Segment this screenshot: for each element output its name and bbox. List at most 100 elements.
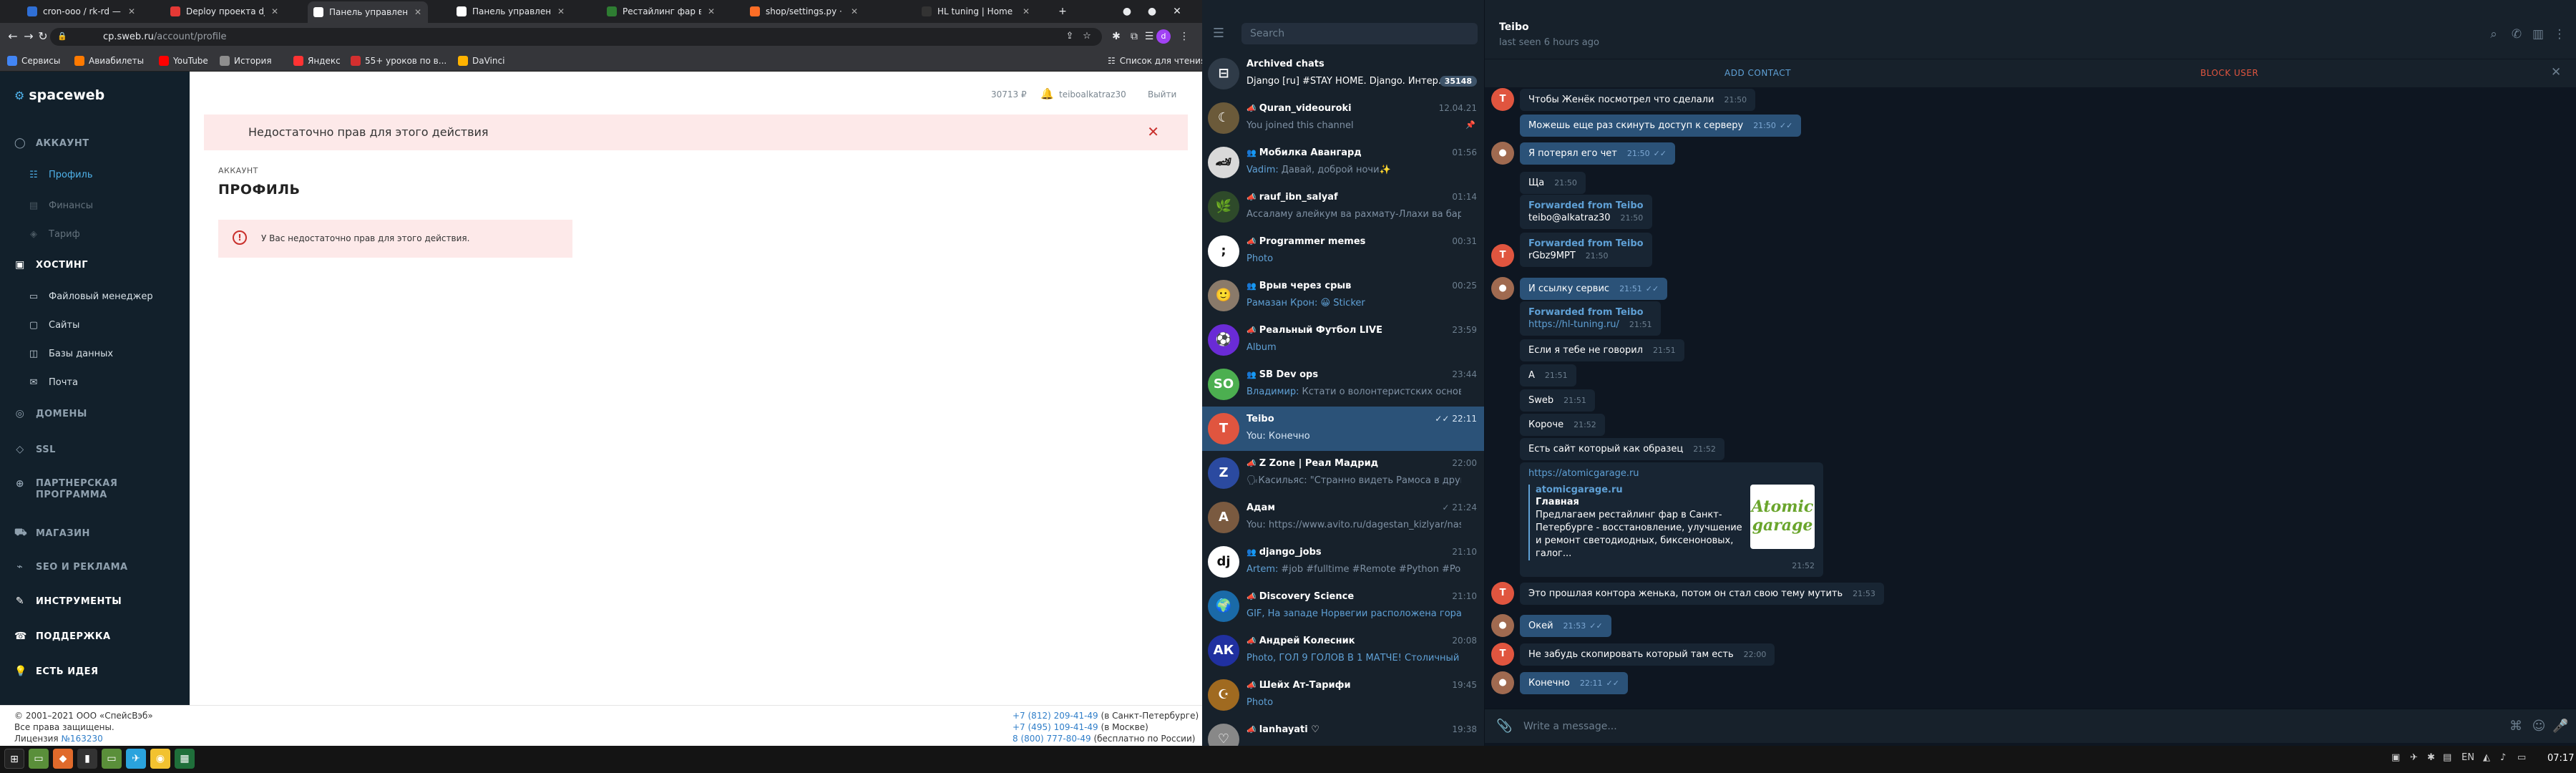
reading-list-button[interactable]: ☷ Список для чтения <box>1108 50 1202 72</box>
more-options-icon[interactable]: ⋮ <box>2552 27 2567 42</box>
nav-domains[interactable]: ◎ ДОМЕНЫ <box>14 408 87 419</box>
chat-list-item[interactable]: ; 📣 Programmer memes 00:31 Photo <box>1202 229 1484 273</box>
nav-idea[interactable]: 💡 ЕСТЬ ИДЕЯ <box>14 666 99 677</box>
keyboard-layout-indicator[interactable]: EN <box>2462 752 2474 763</box>
tray-flag-icon[interactable]: ▤ <box>2443 752 2451 763</box>
tab-close-icon[interactable]: ✕ <box>850 6 859 16</box>
attach-icon[interactable]: 📎 <box>1496 719 1512 734</box>
nav-shop[interactable]: ⛟ МАГАЗИН <box>14 527 90 540</box>
add-contact-button[interactable]: ADD CONTACT <box>1724 68 1791 78</box>
browser-tab[interactable]: Панель управления VH ✕ <box>308 1 428 23</box>
nav-ssl[interactable]: ◇ SSL <box>14 444 56 455</box>
menu-icon[interactable]: ⋮ <box>1177 29 1191 44</box>
pycharm-icon[interactable]: ▦ <box>175 749 195 769</box>
browser-tab[interactable]: Панель управления VH ✕ <box>451 0 571 23</box>
tab-close-icon[interactable]: ✕ <box>707 6 716 16</box>
volume-icon[interactable]: ♪ <box>2500 752 2506 763</box>
message-avatar[interactable]: ● <box>1491 142 1514 165</box>
balance[interactable]: 30713 ₽ <box>991 89 1027 99</box>
chat-list-item[interactable]: A Адам ✓ 21:24 You: https://www.avito.ru/dag… <box>1202 495 1484 540</box>
close-icon[interactable]: ✕ <box>2551 65 2561 79</box>
chat-list-item[interactable]: ☾ 📣 Quran_videouroki 12.04.21 You joined thi… <box>1202 96 1484 140</box>
nav-sites[interactable]: ▢ Сайты <box>29 320 80 331</box>
nav-partner[interactable]: ⊕ ПАРТНЕРСКАЯ ПРОГРАММА <box>14 478 129 501</box>
search-input[interactable]: Search <box>1241 23 1478 44</box>
tab-close-icon[interactable]: ✕ <box>1022 6 1030 16</box>
phone-spb-link[interactable]: +7 (812) 209-41-49 <box>1013 711 1098 721</box>
tab-close-icon[interactable]: ✕ <box>557 6 565 16</box>
bookmark-item[interactable]: Авиабилеты <box>74 50 144 72</box>
chat-list-item[interactable]: АК 📣 Андрей Колесник 20:08 Photo, ГОЛ 9 ГОЛО… <box>1202 628 1484 673</box>
nav-finance[interactable]: ▤ Финансы <box>29 200 93 211</box>
close-icon[interactable]: ✕ <box>1147 123 1159 140</box>
share-icon[interactable]: ⇪ <box>1063 31 1076 44</box>
bookmark-star-icon[interactable]: ☆ <box>1080 31 1093 44</box>
chrome-icon[interactable]: ◉ <box>150 749 170 769</box>
chat-list-item[interactable]: 🏎 👥 Мобилка Авангард 01:56 Vadim: Давай, добр… <box>1202 140 1484 185</box>
apps-menu-icon[interactable]: ⊞ <box>4 749 24 769</box>
folder-icon[interactable]: ▭ <box>102 749 122 769</box>
message-avatar[interactable]: T <box>1491 643 1514 666</box>
username[interactable]: teiboalkatraz30 <box>1059 89 1126 99</box>
nav-account[interactable]: ◯ АККАУНТ <box>14 137 89 149</box>
bookmark-item[interactable]: YouTube <box>159 50 208 72</box>
profile-avatar[interactable]: d <box>1156 29 1171 44</box>
bookmark-item[interactable]: История <box>220 50 272 72</box>
nav-support[interactable]: ☎ ПОДДЕРЖКА <box>14 631 111 642</box>
nav-databases[interactable]: ◫ Базы данных <box>29 349 113 359</box>
message-link[interactable]: https://atomicgarage.ru <box>1528 468 1639 479</box>
tray-app-icon[interactable]: ▣ <box>2391 752 2400 763</box>
back-button[interactable]: ← <box>6 29 20 44</box>
reading-list-icon[interactable]: ☰ <box>1142 29 1156 44</box>
nav-file-manager[interactable]: ▭ Файловый менеджер <box>29 291 153 302</box>
message-avatar[interactable]: ● <box>1491 277 1514 300</box>
clock[interactable]: 07:17 <box>2547 753 2574 764</box>
bluetooth-icon[interactable]: ✱ <box>2427 752 2435 763</box>
chat-list-item[interactable]: 🌍 📣 Discovery Science 21:10 GIF, На западе Н… <box>1202 584 1484 628</box>
app-orange-icon[interactable]: ◆ <box>53 749 73 769</box>
chat-list-item[interactable]: 🙂 👥 Врыв через срыв 00:25 Рамазан Крон: 😀 St… <box>1202 273 1484 318</box>
nav-tariff[interactable]: ◈ Тариф <box>29 229 80 240</box>
browser-tab[interactable]: HL tuning | Home ✕ <box>916 0 1036 23</box>
chat-list-item[interactable]: dj 👥 django_jobs 21:10 Artem: #job #fulltime … <box>1202 540 1484 584</box>
battery-icon[interactable]: ▭ <box>2517 752 2526 763</box>
chat-list-item[interactable]: ☪ 📣 Шейх Ат-Тарифи 19:45 Photo <box>1202 673 1484 717</box>
hamburger-menu-icon[interactable]: ☰ <box>1211 26 1226 42</box>
message-avatar[interactable]: ● <box>1491 671 1514 694</box>
maximize-icon[interactable]: ● <box>1141 0 1163 23</box>
bookmark-item[interactable]: 55+ уроков по в... <box>351 50 447 72</box>
message-avatar[interactable]: ● <box>1491 614 1514 637</box>
chat-list-item[interactable]: SO 👥 SB Dev ops 23:44 Владимир: Кстати о воло… <box>1202 362 1484 407</box>
message-avatar[interactable]: T <box>1491 582 1514 605</box>
close-window-icon[interactable]: ✕ <box>1166 0 1188 23</box>
nav-mail[interactable]: ✉ Почта <box>29 377 78 388</box>
message-link[interactable]: https://hl-tuning.ru/ <box>1528 319 1619 330</box>
phone-free-link[interactable]: 8 (800) 777-80-49 <box>1013 734 1091 744</box>
tab-close-icon[interactable]: ✕ <box>270 6 279 16</box>
chat-title[interactable]: Teibo <box>1499 21 1529 33</box>
message-input[interactable]: Write a message... <box>1523 721 1617 732</box>
new-tab-button[interactable]: + <box>1052 0 1073 23</box>
files-icon[interactable]: ▭ <box>29 749 49 769</box>
browser-tab[interactable]: Рестайлинг фар в Санкт ✕ <box>601 0 721 23</box>
bell-icon[interactable]: 🔔 <box>1040 87 1054 100</box>
extensions-icon[interactable]: ✱ <box>1109 29 1123 44</box>
reload-button[interactable]: ↻ <box>36 29 50 44</box>
link-preview[interactable]: atomicgarage.ru Главная Предлагаем рестайл… <box>1528 485 1815 560</box>
phone-msk-link[interactable]: +7 (495) 109-41-49 <box>1013 722 1098 732</box>
nav-hosting[interactable]: ▣ ХОСТИНГ <box>14 259 88 271</box>
bookmark-item[interactable]: Яндекс <box>293 50 341 72</box>
address-bar[interactable]: 🔒 cp.sweb.ru/account/profile ⇪ ☆ <box>50 28 1102 46</box>
bookmark-item[interactable]: Сервисы <box>7 50 60 72</box>
telegram-icon[interactable]: ✈ <box>126 749 146 769</box>
nav-profile[interactable]: ☷ Профиль <box>29 170 92 180</box>
forward-button[interactable]: → <box>21 29 36 44</box>
chat-list-item[interactable]: Z 📣 Z Zone | Реал Мадрид 22:00 🗣Касильяс: "С… <box>1202 451 1484 495</box>
tray-telegram-icon[interactable]: ✈ <box>2410 752 2418 763</box>
chat-list-item[interactable]: 🌿 📣 rauf_ibn_salyaf 01:14 Ассаламу алейкум в… <box>1202 185 1484 229</box>
bookmark-item[interactable]: DaVinci <box>458 50 504 72</box>
puzzle-icon[interactable]: ⧉ <box>1127 29 1141 44</box>
message-avatar[interactable]: T <box>1491 244 1514 267</box>
search-icon[interactable]: ⌕ <box>2487 27 2501 42</box>
terminal-icon[interactable]: ▮ <box>77 749 97 769</box>
